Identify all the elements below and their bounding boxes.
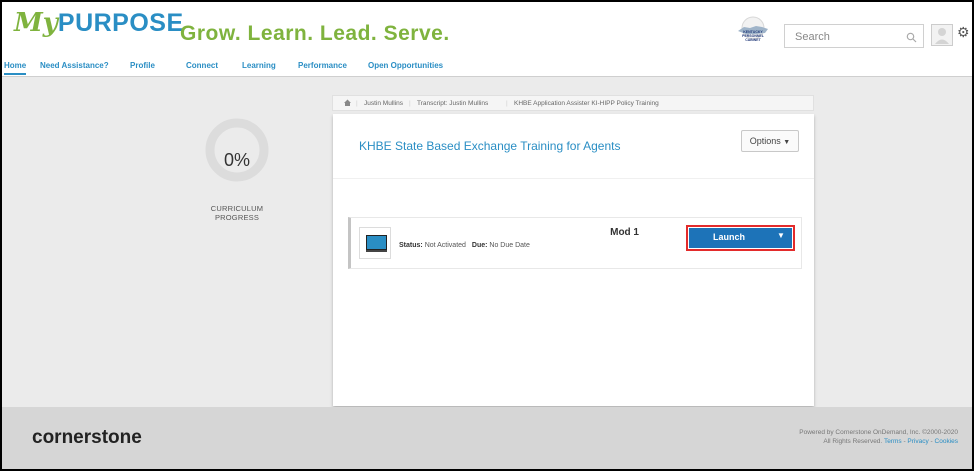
- nav-connect[interactable]: Connect: [186, 61, 218, 70]
- caret-down-icon[interactable]: ▼: [777, 231, 785, 240]
- main-nav: Home Need Assistance? Profile Connect Le…: [2, 56, 972, 77]
- module-name[interactable]: Mod 1: [399, 227, 639, 238]
- breadcrumb-current: KHBE Application Assister KI-HIPP Policy…: [514, 100, 659, 107]
- logo-my: My: [14, 8, 58, 38]
- search-input[interactable]: [793, 26, 897, 48]
- progress-label: CURRICULUM PROGRESS: [210, 204, 264, 222]
- breadcrumb-separator: |: [356, 100, 358, 107]
- options-label: Options: [749, 136, 781, 146]
- nav-profile[interactable]: Profile: [130, 61, 155, 70]
- breadcrumb: | Justin Mullins | Transcript: Justin Mu…: [332, 95, 814, 111]
- cornerstone-logo[interactable]: cornerstone: [32, 427, 142, 449]
- breadcrumb-separator: |: [506, 100, 508, 107]
- rights-text: All Rights Reserved.: [823, 438, 883, 445]
- app-window: MyPURPOSE Grow. Learn. Lead. Serve. KENT…: [2, 2, 972, 469]
- nav-need-assistance[interactable]: Need Assistance?: [40, 61, 109, 70]
- curriculum-title: KHBE State Based Exchange Training for A…: [359, 139, 621, 153]
- status-label: Status:: [399, 242, 423, 249]
- due-label: Due:: [471, 242, 488, 249]
- module-status: Status: Not Activated Due: No Due Date: [399, 242, 530, 249]
- cookies-link[interactable]: Cookies: [935, 438, 958, 445]
- seal-line-3: CABINET: [745, 37, 761, 42]
- footer: cornerstone Powered by Cornerstone OnDem…: [2, 407, 972, 469]
- mypurpose-logo[interactable]: MyPURPOSE: [14, 8, 184, 38]
- nav-performance[interactable]: Performance: [298, 61, 347, 70]
- footer-legal: Powered by Cornerstone OnDemand, Inc. ©2…: [799, 429, 958, 445]
- options-button[interactable]: Options ▼: [741, 130, 799, 152]
- due-value: No Due Date: [489, 242, 530, 249]
- breadcrumb-separator: |: [409, 100, 411, 107]
- launch-label: Launch: [712, 232, 745, 242]
- home-icon[interactable]: [343, 98, 352, 109]
- status-value: Not Activated: [424, 242, 466, 249]
- curriculum-card: KHBE State Based Exchange Training for A…: [333, 114, 814, 406]
- privacy-link[interactable]: Privacy: [907, 438, 928, 445]
- top-header: MyPURPOSE Grow. Learn. Lead. Serve. KENT…: [2, 2, 972, 56]
- copyright-text: Powered by Cornerstone OnDemand, Inc. ©2…: [799, 429, 958, 436]
- terms-link[interactable]: Terms: [884, 438, 902, 445]
- launch-highlight: Launch ▼: [686, 225, 795, 251]
- gear-icon[interactable]: ⚙: [957, 24, 970, 41]
- logo-purpose: PURPOSE: [57, 9, 184, 37]
- progress-percentage: 0%: [223, 150, 250, 170]
- launch-button[interactable]: Launch ▼: [689, 228, 792, 248]
- breadcrumb-user[interactable]: Justin Mullins: [364, 100, 403, 107]
- tagline: Grow. Learn. Lead. Serve.: [180, 22, 450, 45]
- divider: [333, 178, 814, 179]
- nav-learning[interactable]: Learning: [242, 61, 276, 70]
- online-course-icon: [359, 227, 391, 259]
- caret-down-icon: ▼: [783, 139, 791, 146]
- nav-open-opportunities[interactable]: Open Opportunities: [368, 61, 443, 70]
- nav-home[interactable]: Home: [4, 61, 27, 75]
- search-icon[interactable]: [906, 30, 917, 48]
- user-avatar[interactable]: [931, 24, 953, 46]
- search-box: [784, 24, 924, 48]
- module-row: Mod 1 Status: Not Activated Due: No Due …: [348, 217, 802, 269]
- kentucky-personnel-cabinet-logo: KENTUCKY PERSONNEL CABINET: [732, 16, 774, 44]
- breadcrumb-transcript[interactable]: Transcript: Justin Mullins: [417, 100, 488, 107]
